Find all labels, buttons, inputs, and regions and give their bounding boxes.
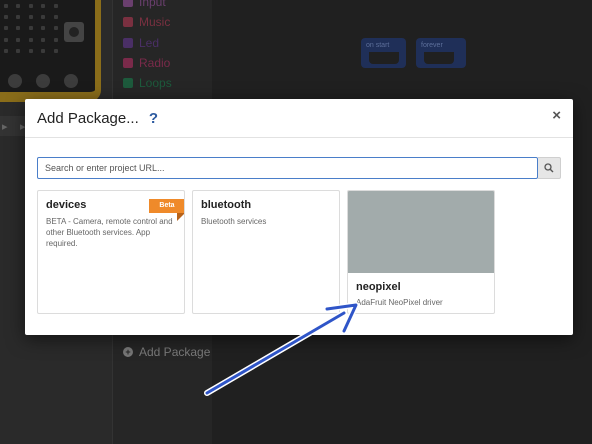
toolbox-item-loops[interactable]: Loops	[123, 76, 172, 90]
led-matrix	[4, 4, 60, 54]
help-icon[interactable]: ?	[149, 110, 158, 127]
search-input[interactable]	[37, 157, 538, 179]
on-start-block[interactable]: on start	[361, 38, 406, 68]
package-description: BETA - Camera, remote control and other …	[46, 217, 173, 248]
toolbox-item-led[interactable]: Led	[123, 36, 159, 50]
refresh-icon	[123, 78, 133, 88]
search-icon	[544, 163, 554, 173]
add-package-label: Add Package	[139, 345, 211, 359]
search-button[interactable]	[538, 157, 561, 179]
package-name: neopixel	[356, 281, 401, 293]
package-name: devices	[46, 199, 87, 211]
package-name: bluetooth	[201, 199, 252, 211]
toolbox-item-label: Music	[139, 15, 171, 29]
headphones-icon	[123, 17, 133, 27]
block-label: on start	[366, 42, 390, 49]
pin-1[interactable]	[36, 74, 50, 88]
pin-2[interactable]	[64, 74, 78, 88]
package-description: Bluetooth services	[201, 217, 267, 226]
signal-icon	[123, 58, 133, 68]
dialog-title-text: Add Package...	[37, 110, 139, 127]
input-icon	[123, 0, 133, 7]
plus-circle-icon: +	[123, 347, 133, 357]
badge-fold	[177, 213, 184, 221]
toolbox-item-music[interactable]: Music	[123, 15, 170, 29]
button-b[interactable]	[64, 22, 84, 42]
pin-0[interactable]	[8, 74, 22, 88]
toolbox-item-label: Loops	[139, 76, 172, 90]
package-card-bluetooth[interactable]: bluetooth Bluetooth services	[192, 190, 340, 314]
package-search	[37, 157, 561, 179]
toolbox-item-label: Led	[139, 36, 160, 50]
forever-block[interactable]: forever	[416, 38, 466, 68]
close-icon[interactable]: ×	[552, 107, 561, 124]
toolbox-add-package[interactable]: + Add Package	[123, 345, 210, 359]
dialog-header: Add Package... ? ×	[25, 99, 573, 138]
beta-badge: Beta	[149, 199, 184, 213]
package-image	[348, 191, 494, 273]
stop-icon[interactable]: ▸	[2, 120, 8, 133]
block-label: forever	[421, 42, 443, 49]
microbit-simulator[interactable]	[0, 0, 101, 102]
package-description: AdaFruit NeoPixel driver	[356, 298, 443, 307]
add-package-dialog: Add Package... ? × devices BETA - Camera…	[25, 99, 573, 335]
toolbox-item-radio[interactable]: Radio	[123, 56, 170, 70]
toolbox-item-input[interactable]: Input	[123, 0, 166, 9]
toolbox-item-label: Input	[139, 0, 166, 9]
toolbox-item-label: Radio	[139, 56, 171, 70]
package-card-neopixel[interactable]: neopixel AdaFruit NeoPixel driver	[347, 190, 495, 314]
dialog-title: Add Package... ?	[37, 110, 158, 127]
toggle-icon	[123, 38, 133, 48]
package-card-devices[interactable]: devices BETA - Camera, remote control an…	[37, 190, 185, 314]
